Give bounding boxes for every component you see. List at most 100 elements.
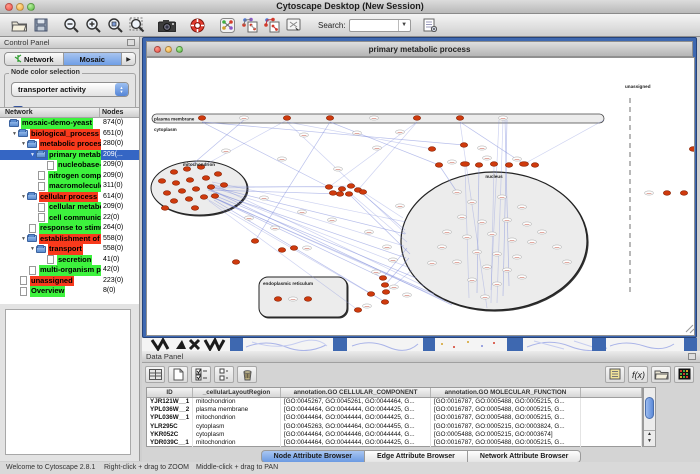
network-node[interactable] (461, 162, 470, 167)
import-attributes-icon[interactable] (419, 15, 441, 35)
network-node[interactable] (379, 276, 386, 281)
attribute-grid-icon[interactable] (145, 366, 165, 383)
network-node-small[interactable] (303, 246, 312, 250)
table-row[interactable]: YPL036W__2plasma membrane[GO:0044464, GO… (147, 406, 642, 414)
tree-expander-icon[interactable]: ▼ (29, 150, 36, 161)
network-node-small[interactable] (396, 130, 405, 134)
new-network-from-selected-nodes-icon[interactable] (238, 15, 260, 35)
network-node[interactable] (531, 163, 538, 168)
network-node[interactable] (325, 185, 332, 190)
network-node[interactable] (170, 170, 177, 175)
network-node-small[interactable] (508, 238, 517, 242)
network-node-small[interactable] (390, 285, 399, 289)
network-node-small[interactable] (493, 282, 502, 286)
tree-row-establishment-of-lo[interactable]: ▼establishment of lo558(0) (0, 234, 139, 245)
network-node-small[interactable] (478, 146, 487, 150)
tree-row-cellular-metabo[interactable]: cellular metabo209(0) (0, 202, 139, 213)
unselect-attributes-icon[interactable] (214, 366, 234, 383)
network-node[interactable] (186, 178, 193, 183)
tree-row-primary-metabo[interactable]: ▼primary metabo209(... (0, 150, 139, 161)
search-input[interactable]: ▼ (349, 19, 411, 32)
network-node-small[interactable] (363, 304, 372, 308)
table-row[interactable]: YKR052Ccytoplasm[GO:0044464, GO:0044446,… (147, 431, 642, 439)
network-node[interactable] (274, 297, 281, 302)
network-node[interactable] (460, 143, 467, 148)
network-node-small[interactable] (222, 149, 231, 153)
tree-row-response-to-stimul[interactable]: response to stimul264(0) (0, 223, 139, 234)
new-attribute-icon[interactable] (168, 366, 188, 383)
network-node-small[interactable] (503, 218, 512, 222)
tab-mosaic[interactable]: Mosaic (64, 53, 123, 65)
network-node[interactable] (345, 192, 352, 197)
network-node-small[interactable] (473, 250, 482, 254)
network-node-small[interactable] (260, 196, 269, 200)
column-header[interactable]: ID (147, 388, 193, 397)
float-data-panel-icon[interactable] (688, 353, 696, 360)
network-node[interactable] (689, 147, 694, 152)
network-node[interactable] (326, 116, 333, 121)
network-node[interactable] (329, 191, 336, 196)
network-node[interactable] (338, 187, 345, 192)
network-node[interactable] (220, 183, 227, 188)
network-node-small[interactable] (483, 265, 492, 269)
window-titlebar[interactable]: Cytoscape Desktop (New Session) (0, 0, 700, 14)
network-node[interactable] (251, 239, 258, 244)
network-node[interactable] (347, 184, 354, 189)
network-node[interactable] (354, 308, 361, 313)
network-node[interactable] (520, 162, 529, 167)
network-node-small[interactable] (468, 278, 477, 282)
network-node[interactable] (158, 179, 165, 184)
tree-row-mosaic-demo-yeast[interactable]: mosaic-demo-yeast874(0) (0, 118, 139, 129)
network-node-small[interactable] (300, 133, 309, 137)
network-node-small[interactable] (563, 260, 572, 264)
network-node[interactable] (367, 292, 374, 297)
tree-row-secretion[interactable]: secretion41(0) (0, 255, 139, 266)
tree-expander-icon[interactable]: ▼ (20, 234, 27, 245)
network-node[interactable] (202, 176, 209, 181)
attribute-table-header[interactable]: ID_cellularLayoutRegionannotation.GO CEL… (147, 388, 642, 398)
search-dropdown-icon[interactable]: ▼ (398, 20, 410, 31)
network-node[interactable] (172, 181, 179, 186)
tree-row-nucleobase-[interactable]: nucleobase-209(0) (0, 160, 139, 171)
network-node-small[interactable] (538, 230, 547, 234)
tree-row-nitrogen-compo[interactable]: nitrogen compo209(0) (0, 171, 139, 182)
network-node[interactable] (207, 185, 214, 190)
tree-row-metabolic-process[interactable]: ▼metabolic process280(0) (0, 139, 139, 150)
network-node-small[interactable] (428, 261, 437, 265)
network-node-small[interactable] (528, 240, 537, 244)
network-node[interactable] (192, 187, 199, 192)
scrollbar-thumb[interactable] (645, 397, 654, 419)
network-node[interactable] (161, 206, 168, 211)
table-row[interactable]: YLR295Ccytoplasm[GO:0045263, GO:0044464,… (147, 423, 642, 431)
network-node-small[interactable] (370, 116, 379, 120)
network-node-small[interactable] (278, 157, 287, 161)
network-node-small[interactable] (372, 270, 381, 274)
network-node[interactable] (381, 283, 388, 288)
network-node-small[interactable] (513, 157, 522, 161)
network-node-small[interactable] (481, 295, 490, 299)
network-node-small[interactable] (498, 195, 507, 199)
destroy-network-icon[interactable] (282, 15, 304, 35)
tree-expander-icon[interactable]: ▼ (20, 139, 27, 150)
network-node-small[interactable] (518, 205, 527, 209)
network-node-small[interactable] (478, 220, 487, 224)
network-node-small[interactable] (443, 230, 452, 234)
function-builder-icon[interactable]: f(x) (628, 366, 648, 383)
network-node-small[interactable] (453, 260, 462, 264)
birdseye-view[interactable] (5, 309, 131, 455)
network-node[interactable] (663, 191, 670, 196)
delete-attribute-icon[interactable] (237, 366, 257, 383)
snapshot-icon[interactable] (156, 15, 178, 35)
network-node-small[interactable] (458, 215, 467, 219)
tree-row-biological-process[interactable]: ▼biological_process651(0) (0, 129, 139, 140)
network-node[interactable] (490, 162, 497, 167)
network-node[interactable] (413, 116, 420, 121)
network-node[interactable] (178, 189, 185, 194)
tree-expander-icon[interactable]: ▼ (20, 192, 27, 203)
tree-row-multi-organism-pro[interactable]: multi-organism pro42(0) (0, 265, 139, 276)
network-node[interactable] (232, 260, 239, 265)
network-node-small[interactable] (403, 293, 412, 297)
tab-overflow-arrow-icon[interactable]: ▶ (122, 53, 135, 65)
table-row[interactable]: YPL036W__1mitochondrion[GO:0044464, GO:0… (147, 414, 642, 422)
network-node[interactable] (381, 300, 388, 305)
